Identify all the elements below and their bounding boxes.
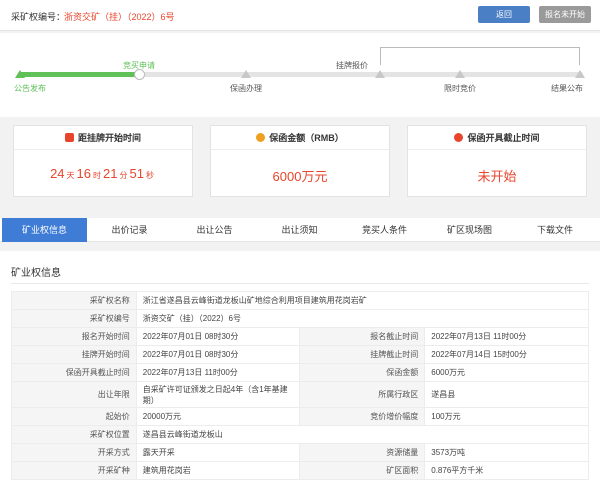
tab-announcement[interactable]: 出让公告 <box>172 218 257 242</box>
back-button[interactable]: 返回 <box>478 6 530 23</box>
card-guarantee-title: 保函金额（RMB） <box>269 133 344 143</box>
card-guarantee-deadline: 保函开具截止时间 未开始 <box>407 125 587 197</box>
tab-notice[interactable]: 出让须知 <box>257 218 342 242</box>
section-title: 矿业权信息 <box>11 268 61 279</box>
field-value: 浙资交矿（挂）（2022）6号 <box>135 309 590 328</box>
countdown-seconds: 51 <box>129 166 144 181</box>
field-value: 100万元 <box>424 407 589 426</box>
table-row: 开采方式 露天开采 资源储量 3573万吨 <box>11 443 589 462</box>
countdown-minutes-unit: 分 <box>119 171 128 180</box>
field-value: 20000万元 <box>135 407 301 426</box>
countdown-value: 24 天 16 时 21 分 51 秒 <box>14 166 192 181</box>
mining-right-number: 浙资交矿（挂）（2022）6号 <box>64 12 175 22</box>
field-value: 遂昌县云峰街道龙板山 <box>135 425 590 444</box>
field-label: 挂牌开始时间 <box>11 345 137 364</box>
field-label: 采矿权位置 <box>11 425 137 444</box>
card-guarantee-amount: 保函金额（RMB） 6000万元 <box>210 125 390 197</box>
step-label-listing: 挂牌报价 <box>336 61 368 70</box>
field-value: 露天开采 <box>135 443 301 462</box>
step-marker-start <box>15 70 25 78</box>
field-label: 资源储量 <box>299 443 426 462</box>
tab-downloads[interactable]: 下载文件 <box>512 218 598 242</box>
card-countdown: 距挂牌开始时间 24 天 16 时 21 分 51 秒 <box>13 125 193 197</box>
card-countdown-title: 距挂牌开始时间 <box>77 133 141 143</box>
guarantee-deadline-value: 未开始 <box>477 169 517 184</box>
tab-site-map[interactable]: 矿区现场图 <box>427 218 512 242</box>
field-label: 挂牌截止时间 <box>299 345 426 364</box>
field-value: 2022年07月01日 08时30分 <box>135 345 301 364</box>
step-label-result: 结果公布 <box>551 84 583 93</box>
countdown-seconds-unit: 秒 <box>145 171 154 180</box>
tab-bidder-conditions[interactable]: 竞买人条件 <box>342 218 427 242</box>
table-row: 采矿权编号 浙资交矿（挂）（2022）6号 <box>11 309 590 328</box>
table-row: 保函开具截止时间 2022年07月13日 11时00分 保函金额 6000万元 <box>11 363 589 382</box>
mining-info-table: 采矿权名称 浙江省遂昌县云峰街道龙板山矿地综合利用项目建筑用花岗岩矿 采矿权编号 浙资… <box>11 291 590 480</box>
field-label: 采矿权名称 <box>11 291 137 310</box>
field-value: 2022年07月13日 11时00分 <box>424 327 589 346</box>
step-label-guarantee: 保函办理 <box>230 84 262 93</box>
countdown-days-unit: 天 <box>66 171 75 180</box>
section-divider <box>11 283 589 284</box>
progress-panel: 公告发布 竞买申请 保函办理 挂牌报价 限时竞价 结果公布 <box>0 33 600 117</box>
table-row: 采矿权名称 浙江省遂昌县云峰街道龙板山矿地综合利用项目建筑用花岗岩矿 <box>11 291 590 310</box>
page-header: 采矿权编号： 浙资交矿（挂）（2022）6号 返回 报名未开始 <box>0 0 600 31</box>
step-marker-guarantee <box>241 70 251 78</box>
field-label: 竞价增价幅度 <box>299 407 426 426</box>
alarm-icon <box>64 133 74 142</box>
countdown-days: 24 <box>50 166 65 181</box>
field-label: 开采方式 <box>11 443 137 462</box>
coin-icon <box>256 133 266 142</box>
field-label: 采矿权编号 <box>11 309 137 328</box>
field-value: 6000万元 <box>424 363 589 382</box>
table-row: 起始价 20000万元 竞价增价幅度 100万元 <box>11 407 589 426</box>
table-row: 开采矿种 建筑用花岗岩 矿区面积 0.876平方千米 <box>11 461 589 480</box>
field-value: 3573万吨 <box>424 443 589 462</box>
signup-button[interactable]: 报名未开始 <box>539 6 591 23</box>
field-label: 起始价 <box>11 407 137 426</box>
tab-bid-records[interactable]: 出价记录 <box>87 218 172 242</box>
table-row: 采矿权位置 遂昌县云峰街道龙板山 <box>11 425 590 444</box>
field-value: 遂昌县 <box>424 381 589 408</box>
tab-mining-info[interactable]: 矿业权信息 <box>2 218 87 242</box>
field-label: 出让年限 <box>11 381 137 408</box>
field-value: 2022年07月13日 11时00分 <box>135 363 301 382</box>
bidding-bracket <box>380 47 580 65</box>
countdown-minutes: 21 <box>103 166 118 181</box>
step-marker-listing <box>375 70 385 78</box>
field-label: 保函开具截止时间 <box>11 363 137 382</box>
step-label-application: 竞买申请 <box>123 61 155 70</box>
field-value: 0.876平方千米 <box>424 461 589 480</box>
field-label: 报名开始时间 <box>11 327 137 346</box>
step-marker-result <box>575 70 585 78</box>
step-marker-timed <box>455 70 465 78</box>
mining-right-number-label: 采矿权编号： <box>11 12 66 22</box>
field-value: 浙江省遂昌县云峰街道龙板山矿地综合利用项目建筑用花岗岩矿 <box>135 291 590 310</box>
card-deadline-title: 保函开具截止时间 <box>467 133 540 143</box>
step-label-announcement: 公告发布 <box>14 84 46 93</box>
table-row: 挂牌开始时间 2022年07月01日 08时30分 挂牌截止时间 2022年07月14… <box>11 345 589 364</box>
field-value: 建筑用花岗岩 <box>135 461 301 480</box>
table-row: 出让年限 自采矿许可证颁发之日起4年（含1年基建期） 所属行政区 遂昌县 <box>11 381 589 408</box>
field-label: 矿区面积 <box>299 461 426 480</box>
countdown-hours: 16 <box>76 166 91 181</box>
step-label-timed-bidding: 限时竞价 <box>444 84 476 93</box>
field-label: 开采矿种 <box>11 461 137 480</box>
field-value: 自采矿许可证颁发之日起4年（含1年基建期） <box>135 381 301 408</box>
progress-fill <box>18 72 137 77</box>
table-row: 报名开始时间 2022年07月01日 08时30分 报名截止时间 2022年07月13… <box>11 327 589 346</box>
alarm-clock-icon <box>454 133 464 142</box>
guarantee-amount-value: 6000万元 <box>272 169 328 184</box>
field-value: 2022年07月01日 08时30分 <box>135 327 301 346</box>
mining-info-section: 矿业权信息 采矿权名称 浙江省遂昌县云峰街道龙板山矿地综合利用项目建筑用花岗岩矿采… <box>0 251 600 495</box>
field-label: 保函金额 <box>299 363 426 382</box>
field-label: 所属行政区 <box>299 381 426 408</box>
field-value: 2022年07月14日 15时00分 <box>424 345 589 364</box>
countdown-hours-unit: 时 <box>93 171 101 180</box>
tab-bar: 矿业权信息 出价记录 出让公告 出让须知 竞买人条件 矿区现场图 下载文件 <box>0 218 600 242</box>
field-label: 报名截止时间 <box>299 327 426 346</box>
